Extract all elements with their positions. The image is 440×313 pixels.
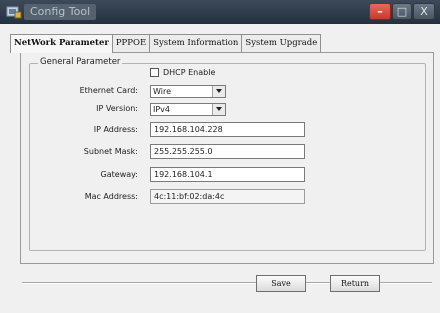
tab-system-information[interactable]: System Information	[149, 34, 243, 52]
subnet-mask-input[interactable]: 255.255.255.0	[150, 144, 305, 159]
group-legend: General Parameter	[38, 57, 123, 67]
subnet-mask-label: Subnet Mask:	[83, 147, 138, 156]
window-title: Config Tool	[24, 4, 97, 20]
dhcp-enable-label: DHCP Enable	[163, 68, 216, 77]
client-area: NetWork Parameter PPPOE System Informati…	[0, 24, 440, 313]
ethernet-card-label: Ethernet Card:	[79, 86, 138, 95]
maximize-button[interactable]: □	[392, 3, 412, 20]
chevron-down-icon[interactable]	[212, 86, 225, 97]
save-button[interactable]: Save	[256, 275, 306, 292]
ip-address-label: IP Address:	[93, 125, 138, 134]
app-icon	[6, 6, 22, 19]
dhcp-enable-checkbox[interactable]	[150, 68, 159, 77]
tab-system-upgrade[interactable]: System Upgrade	[241, 34, 322, 52]
tab-strip: NetWork Parameter PPPOE System Informati…	[10, 34, 322, 53]
config-tool-window: Config Tool – □ X NetWork Parameter PPPO…	[0, 0, 440, 313]
ethernet-card-value: Wire	[153, 87, 171, 96]
mac-address-field[interactable]: 4c:11:bf:02:da:4c	[150, 189, 305, 204]
mac-address-label: Mac Address:	[84, 192, 138, 201]
gateway-input[interactable]: 192.168.104.1	[150, 167, 305, 182]
close-button[interactable]: X	[413, 3, 435, 20]
return-button[interactable]: Return	[330, 275, 380, 292]
ethernet-card-select[interactable]: Wire	[150, 85, 226, 98]
gateway-label: Gateway:	[100, 170, 138, 179]
minimize-button[interactable]: –	[369, 3, 391, 20]
ip-version-value: IPv4	[153, 105, 171, 114]
chevron-down-icon[interactable]	[212, 104, 225, 115]
ip-version-select[interactable]: IPv4	[150, 103, 226, 116]
general-parameter-group: General Parameter DHCP Enable Ethernet C…	[29, 57, 426, 251]
tab-pppoe[interactable]: PPPOE	[111, 34, 151, 52]
tab-network-parameter[interactable]: NetWork Parameter	[10, 34, 113, 53]
title-bar[interactable]: Config Tool – □ X	[0, 0, 440, 24]
network-parameter-panel: General Parameter DHCP Enable Ethernet C…	[20, 52, 434, 264]
ip-version-label: IP Version:	[96, 104, 138, 113]
ip-address-input[interactable]: 192.168.104.228	[150, 122, 305, 137]
